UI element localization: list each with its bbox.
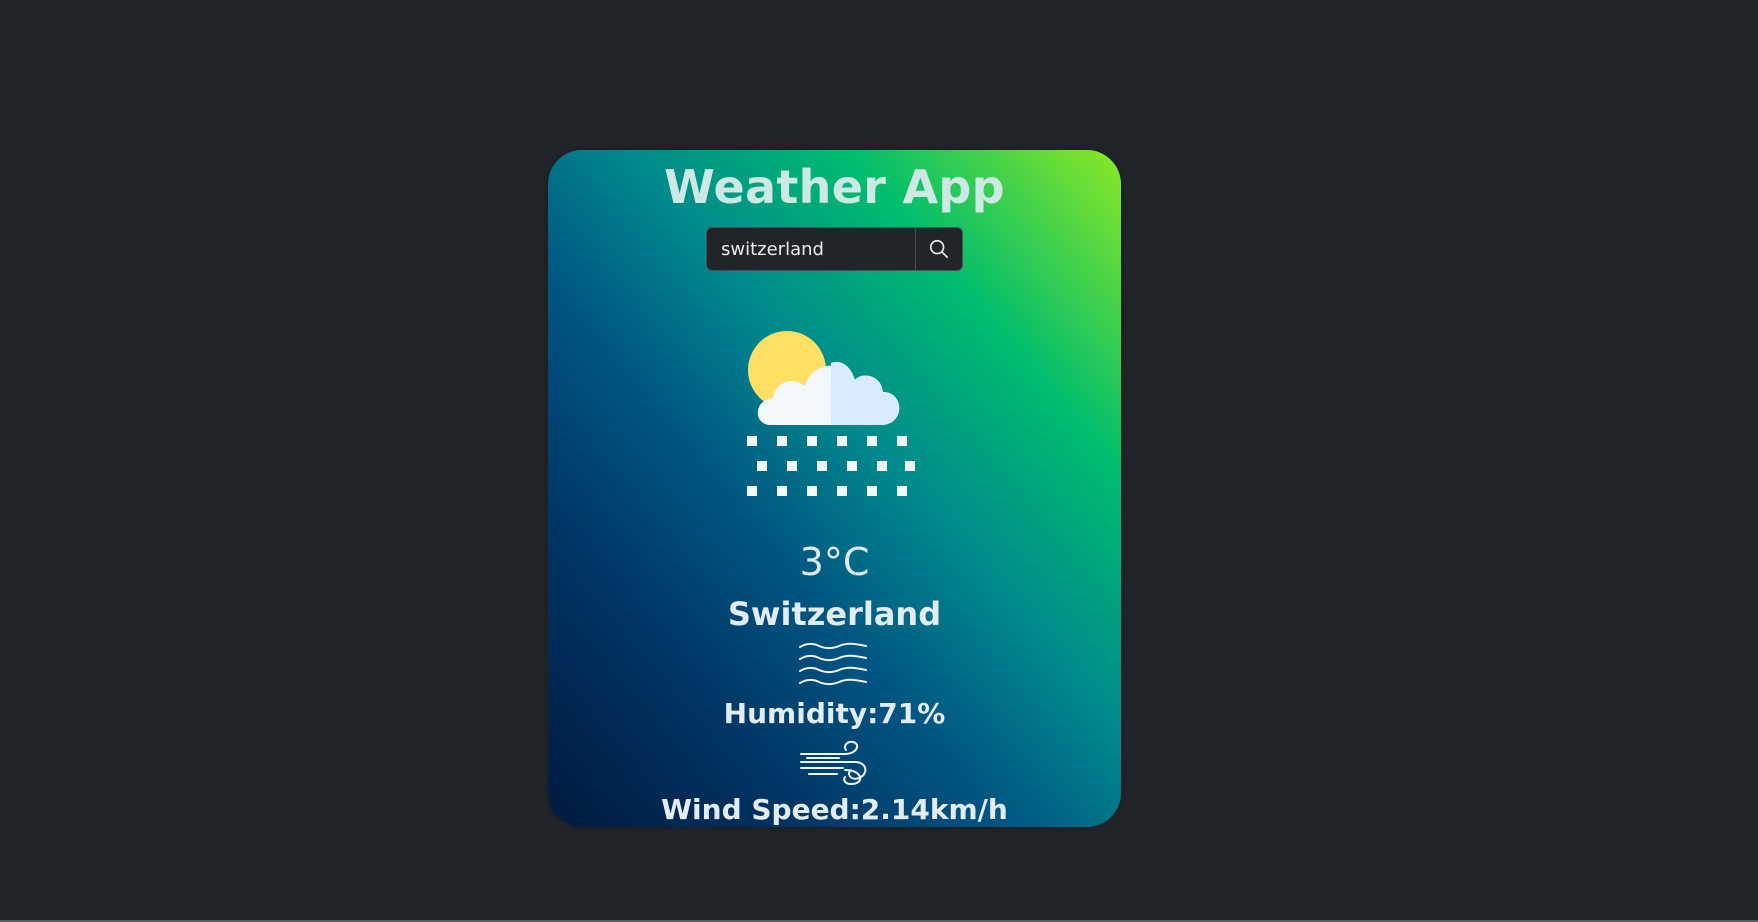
search-input[interactable] — [706, 227, 915, 271]
wind-speed-label: Wind Speed:2.14km/h — [661, 793, 1008, 826]
humidity-label: Humidity:71% — [723, 697, 946, 730]
app-title: Weather App — [664, 160, 1005, 214]
city-name: Switzerland — [727, 595, 942, 633]
wind-icon — [800, 740, 867, 786]
search-bar — [706, 227, 963, 271]
temperature: 3°C — [799, 540, 870, 584]
search-icon — [929, 239, 949, 259]
page: { "app": { "title": "Weather App" }, "se… — [0, 0, 1758, 922]
snow-cloud-sun-icon — [747, 331, 915, 496]
search-button[interactable] — [915, 227, 963, 271]
humidity-waves-icon — [799, 642, 867, 686]
weather-card: Weather App switzerland 3°C Switzerland … — [548, 150, 1121, 827]
